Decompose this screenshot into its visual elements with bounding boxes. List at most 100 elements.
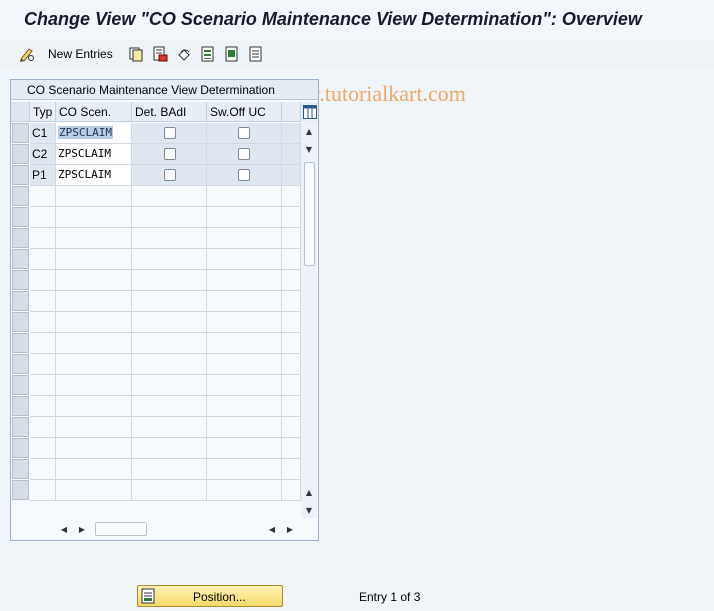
new-entries-button[interactable]: New Entries bbox=[48, 47, 113, 61]
position-button-label: Position... bbox=[193, 590, 246, 604]
scroll-page-left-icon[interactable]: ◀ bbox=[267, 524, 277, 534]
empty-cell bbox=[56, 396, 132, 417]
scroll-right-icon[interactable]: ▶ bbox=[77, 524, 87, 534]
pencil-glasses-icon bbox=[20, 48, 34, 62]
row-selector[interactable] bbox=[12, 333, 29, 353]
horizontal-scroll-thumb[interactable] bbox=[95, 522, 147, 536]
empty-cell bbox=[282, 228, 301, 249]
empty-cell bbox=[56, 228, 132, 249]
empty-cell bbox=[207, 438, 282, 459]
column-header-sw-off-uc[interactable]: Sw.Off UC bbox=[207, 102, 282, 122]
empty-cell bbox=[132, 333, 207, 354]
horizontal-scrollbar[interactable]: ◀ ▶ ◀ ▶ bbox=[57, 521, 302, 537]
empty-cell bbox=[30, 312, 56, 333]
select-all-button[interactable] bbox=[198, 44, 218, 64]
table-settings-button[interactable] bbox=[302, 102, 318, 122]
scroll-left-icon[interactable]: ◀ bbox=[59, 524, 69, 534]
empty-cell bbox=[207, 375, 282, 396]
row-selector[interactable] bbox=[12, 312, 29, 332]
row-selector[interactable] bbox=[12, 207, 29, 227]
empty-cell bbox=[56, 186, 132, 207]
empty-cell bbox=[207, 249, 282, 270]
empty-cell bbox=[30, 417, 56, 438]
cell-co-scenario[interactable]: ZPSCLAIM bbox=[56, 165, 132, 186]
column-config-icon bbox=[303, 105, 317, 119]
scroll-down-icon[interactable]: ▼ bbox=[304, 144, 314, 154]
empty-cell bbox=[282, 375, 301, 396]
empty-cell bbox=[282, 396, 301, 417]
select-block-button[interactable] bbox=[222, 44, 242, 64]
sw-off-uc-checkbox[interactable] bbox=[238, 127, 250, 139]
cell-typ: C1 bbox=[30, 123, 56, 144]
column-header-det-badi[interactable]: Det. BAdI bbox=[132, 102, 207, 122]
empty-cell bbox=[207, 312, 282, 333]
undo-icon bbox=[178, 49, 190, 61]
deselect-all-button[interactable] bbox=[246, 44, 266, 64]
empty-cell bbox=[56, 333, 132, 354]
position-button[interactable]: Position... bbox=[137, 585, 283, 607]
empty-cell bbox=[132, 438, 207, 459]
empty-cell bbox=[282, 270, 301, 291]
scroll-page-up-icon[interactable]: ▲ bbox=[304, 487, 314, 497]
cell-co-scenario[interactable]: ZPSCLAIM bbox=[56, 144, 132, 165]
empty-cell bbox=[132, 354, 207, 375]
row-selector[interactable] bbox=[12, 459, 29, 479]
empty-cell bbox=[132, 312, 207, 333]
cell-co-scenario[interactable]: ZPSCLAIM bbox=[56, 123, 132, 144]
row-selector[interactable] bbox=[12, 165, 29, 185]
row-selector[interactable] bbox=[12, 480, 29, 500]
empty-cell bbox=[282, 207, 301, 228]
empty-cell bbox=[207, 354, 282, 375]
row-selector[interactable] bbox=[12, 270, 29, 290]
row-selector[interactable] bbox=[12, 438, 29, 458]
empty-cell bbox=[56, 291, 132, 312]
empty-cell bbox=[207, 291, 282, 312]
select-all-rows-corner[interactable] bbox=[11, 102, 30, 122]
empty-cell bbox=[56, 207, 132, 228]
vertical-scroll-thumb[interactable] bbox=[304, 162, 315, 266]
empty-cell bbox=[207, 480, 282, 501]
sw-off-uc-checkbox[interactable] bbox=[238, 148, 250, 160]
det-badi-checkbox[interactable] bbox=[164, 127, 176, 139]
empty-cell bbox=[207, 333, 282, 354]
row-selector[interactable] bbox=[12, 291, 29, 311]
empty-cell bbox=[282, 291, 301, 312]
cell-det-badi bbox=[132, 165, 207, 186]
cell-empty bbox=[282, 123, 301, 144]
cell-sw-off-uc bbox=[207, 144, 282, 165]
copy-as-button[interactable] bbox=[126, 44, 146, 64]
row-selector[interactable] bbox=[12, 123, 29, 143]
empty-cell bbox=[282, 417, 301, 438]
empty-cell bbox=[207, 459, 282, 480]
scroll-up-icon[interactable]: ▲ bbox=[304, 126, 314, 136]
empty-cell bbox=[282, 249, 301, 270]
cell-sw-off-uc bbox=[207, 165, 282, 186]
row-selector[interactable] bbox=[12, 417, 29, 437]
table-title: CO Scenario Maintenance View Determinati… bbox=[11, 80, 318, 100]
row-selector[interactable] bbox=[12, 228, 29, 248]
empty-cell bbox=[282, 480, 301, 501]
det-badi-checkbox[interactable] bbox=[164, 169, 176, 181]
display-change-button[interactable] bbox=[17, 44, 37, 64]
delete-button[interactable] bbox=[150, 44, 170, 64]
empty-cell bbox=[207, 270, 282, 291]
select-block-icon bbox=[225, 46, 238, 62]
empty-cell bbox=[56, 270, 132, 291]
row-selector[interactable] bbox=[12, 186, 29, 206]
row-selector[interactable] bbox=[12, 375, 29, 395]
row-selector[interactable] bbox=[12, 396, 29, 416]
undo-change-button[interactable] bbox=[174, 44, 194, 64]
column-header-typ[interactable]: Typ bbox=[30, 102, 56, 122]
column-header-co-scenario[interactable]: CO Scen. bbox=[56, 102, 132, 122]
det-badi-checkbox[interactable] bbox=[164, 148, 176, 160]
row-selector[interactable] bbox=[12, 249, 29, 269]
row-selector[interactable] bbox=[12, 144, 29, 164]
cell-det-badi bbox=[132, 123, 207, 144]
scroll-page-down-icon[interactable]: ▼ bbox=[304, 505, 314, 515]
row-selector[interactable] bbox=[12, 354, 29, 374]
empty-cell bbox=[207, 417, 282, 438]
sw-off-uc-checkbox[interactable] bbox=[238, 169, 250, 181]
scroll-page-right-icon[interactable]: ▶ bbox=[285, 524, 295, 534]
vertical-scrollbar[interactable]: ▲ ▼ ▲ ▼ bbox=[301, 122, 317, 518]
empty-cell bbox=[282, 333, 301, 354]
